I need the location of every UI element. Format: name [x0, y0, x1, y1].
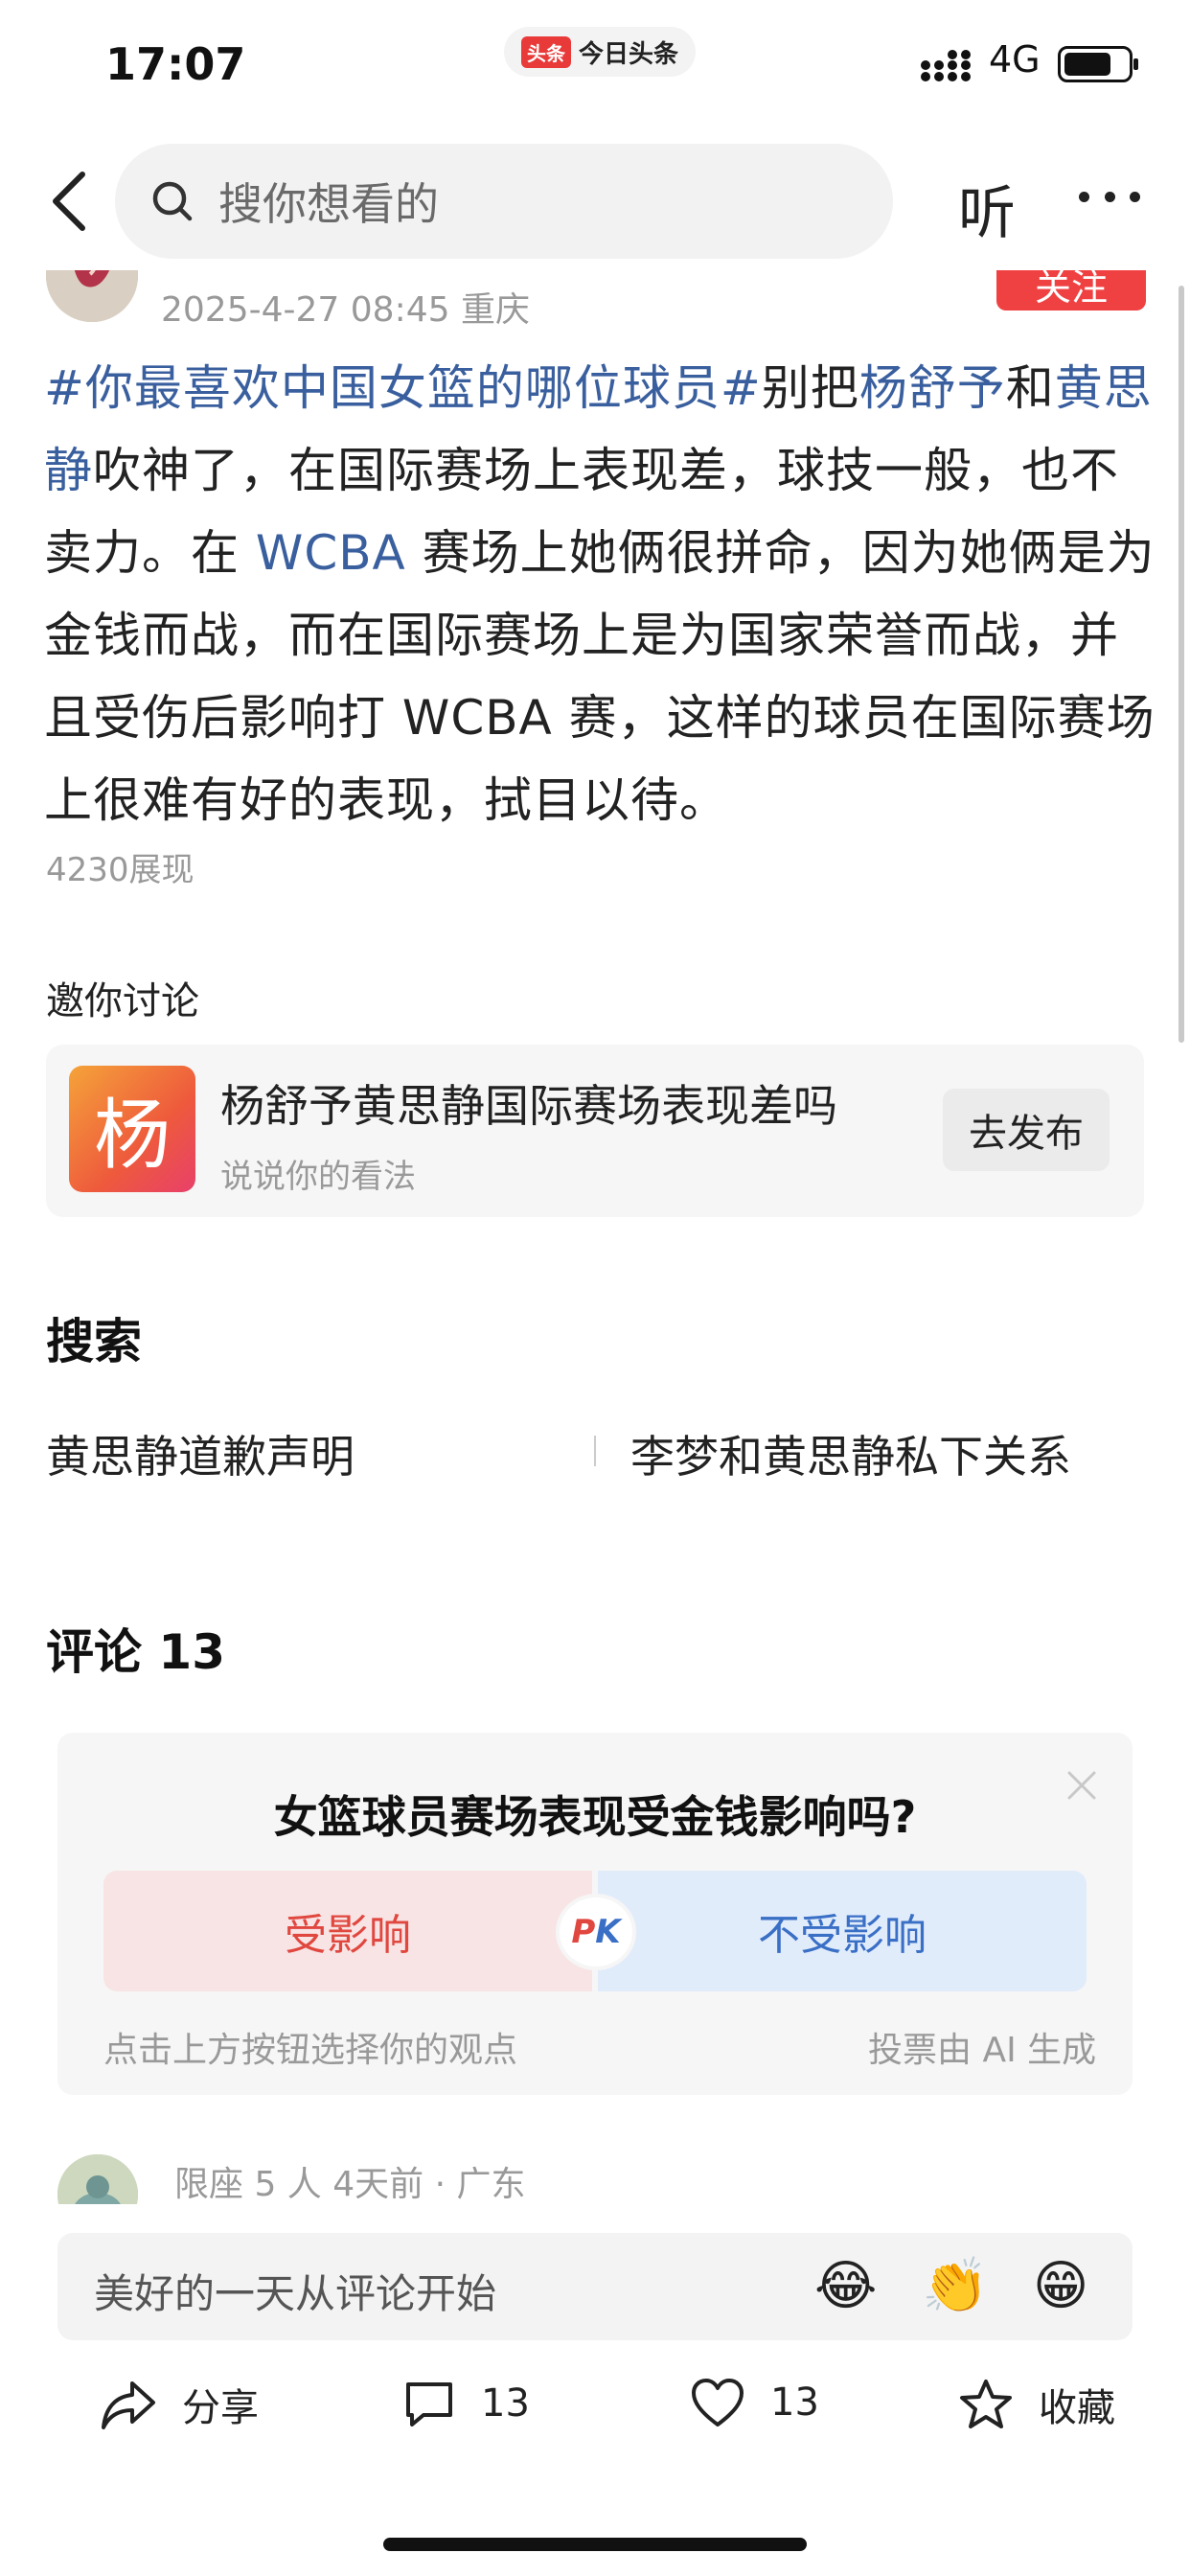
- poll-hint: 点击上方按钮选择你的观点: [103, 2031, 518, 2070]
- more-options-button[interactable]: [1079, 184, 1140, 209]
- search-suggestion[interactable]: 黄思静道歉声明: [46, 1422, 355, 1485]
- pk-letter-k: K: [595, 1913, 621, 1951]
- status-time: 17:07: [105, 38, 246, 90]
- laughing-emoji-icon[interactable]: 😂: [814, 2258, 877, 2315]
- pk-badge: PK: [560, 1898, 632, 1966]
- scrollbar[interactable]: [1179, 286, 1184, 1043]
- signal-icon: [921, 50, 971, 81]
- poll-question: 女篮球员赛场表现受金钱影响吗?: [273, 1791, 917, 1843]
- poll-ai-note: 投票由 AI 生成: [868, 2031, 1097, 2070]
- share-icon: [102, 2381, 155, 2429]
- share-button[interactable]: 分享: [100, 2377, 259, 2432]
- network-type: 4G: [989, 38, 1041, 80]
- comment-icon: [406, 2382, 452, 2426]
- poll-option-affected[interactable]: 受影响: [103, 1871, 592, 1991]
- app-logo-badge: 头条: [520, 35, 571, 68]
- listen-button[interactable]: 听: [958, 167, 1016, 250]
- post-meta: 2025-4-27 08:45 重庆: [161, 290, 530, 330]
- home-indicator[interactable]: [383, 2538, 807, 2551]
- search-input[interactable]: 搜你想看的: [115, 144, 893, 259]
- post-text: 别把: [761, 360, 859, 416]
- heart-icon: [692, 2379, 744, 2426]
- comments-heading: 评论 13: [46, 1624, 225, 1680]
- comment-count: 13: [481, 2381, 530, 2426]
- chevron-left-icon: [53, 172, 85, 231]
- app-name: 今日头条: [578, 39, 678, 69]
- search-placeholder: 搜你想看的: [218, 178, 439, 230]
- clap-emoji-icon[interactable]: 👏: [922, 2258, 989, 2315]
- grin-emoji-icon[interactable]: 😁: [1033, 2258, 1088, 2315]
- poll-option-not-affected[interactable]: 不受影响: [598, 1871, 1087, 1991]
- pk-letter-p: P: [571, 1913, 596, 1951]
- back-button[interactable]: [42, 163, 96, 240]
- search-heading: 搜索: [46, 1314, 142, 1369]
- comment-meta: 限座 5 人 4天前 · 广东: [174, 2165, 526, 2204]
- share-label: 分享: [182, 2386, 259, 2430]
- search-icon: [152, 181, 193, 221]
- dot-icon: [1130, 191, 1140, 202]
- mention-link[interactable]: WCBA: [256, 525, 406, 581]
- dot-icon: [1079, 191, 1089, 202]
- dot-icon: [1104, 191, 1115, 202]
- impression-count: 4230展现: [46, 851, 195, 889]
- topic-icon: 杨: [69, 1066, 195, 1192]
- favorite-label: 收藏: [1039, 2386, 1115, 2430]
- app-indicator: 头条 今日头条: [504, 27, 696, 77]
- post-text: 和: [1005, 360, 1055, 416]
- comment-placeholder: 美好的一天从评论开始: [94, 2270, 497, 2317]
- favorite-button[interactable]: 收藏: [958, 2377, 1115, 2432]
- mention-link[interactable]: 杨舒予: [859, 360, 1006, 416]
- hashtag-link[interactable]: #你最喜欢中国女篮的哪位球员#: [44, 360, 762, 416]
- comment-button[interactable]: 13: [402, 2377, 530, 2430]
- divider: [594, 1436, 596, 1466]
- battery-icon: [1058, 46, 1138, 82]
- like-count: 13: [770, 2380, 819, 2425]
- topic-title[interactable]: 杨舒予黄思静国际赛场表现差吗: [220, 1071, 837, 1135]
- topic-subtitle: 说说你的看法: [220, 1158, 416, 1196]
- post-content: #你最喜欢中国女篮的哪位球员#别把杨舒予和黄思静吹神了，在国际赛场上表现差，球技…: [44, 347, 1156, 841]
- star-icon: [960, 2380, 1012, 2428]
- publish-button[interactable]: 去发布: [943, 1089, 1110, 1171]
- like-button[interactable]: 13: [690, 2377, 819, 2428]
- invite-title: 邀你讨论: [46, 979, 199, 1024]
- search-suggestion[interactable]: 李梦和黄思静私下关系: [630, 1422, 1071, 1485]
